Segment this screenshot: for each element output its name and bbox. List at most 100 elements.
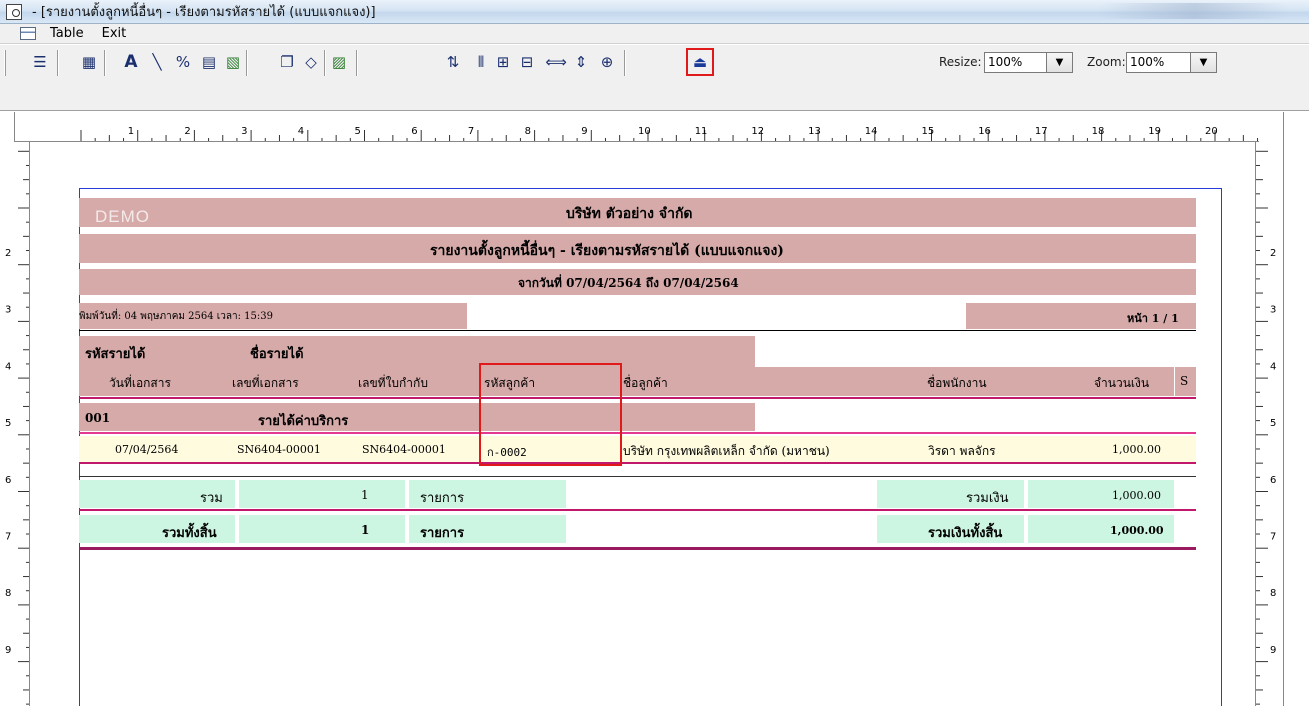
ruler-number: 3	[241, 126, 247, 137]
ruler-number: 2	[184, 126, 190, 137]
ruler-number: 4	[298, 126, 304, 137]
highlight-box	[479, 363, 622, 466]
toolbar-separator	[324, 50, 326, 76]
subtotal-rule	[79, 509, 1196, 511]
date-range: จากวันที่ 07/04/2564 ถึง 07/04/2564	[518, 276, 739, 290]
ruler-number: 5	[1270, 418, 1276, 429]
ruler-ticks: 2 3 4 5 6 7 8 9	[1256, 150, 1276, 705]
ruler-number: 14	[865, 126, 878, 137]
eraser-icon[interactable]: ◇	[300, 51, 322, 73]
row-doc-date: 07/04/2564	[115, 443, 179, 456]
grand-count-cell	[239, 515, 405, 543]
subtotal-sum: 1,000.00	[1112, 489, 1161, 502]
sort-icon[interactable]: ⇅	[442, 51, 464, 73]
window-menu-icon[interactable]	[20, 27, 36, 40]
toolbar-grip[interactable]	[4, 50, 6, 76]
zoom-dropdown-icon[interactable]: ▼	[1190, 52, 1217, 73]
ruler-number: 12	[751, 126, 764, 137]
ruler-number: 8	[5, 588, 11, 599]
ruler-number: 5	[355, 126, 361, 137]
ruler-number: 4	[1270, 361, 1276, 372]
grand-unit: รายการ	[420, 526, 465, 541]
ruler-number: 19	[1148, 126, 1161, 137]
rows-icon[interactable]: ⊟	[516, 51, 538, 73]
header-rule	[79, 330, 1196, 331]
ruler-number: 7	[5, 532, 11, 543]
width-icon[interactable]: ⟺	[545, 51, 567, 73]
ruler-number: 5	[5, 418, 11, 429]
height-icon[interactable]: ⇕	[570, 51, 592, 73]
ruler-number: 8	[525, 126, 531, 137]
ruler-number: 16	[978, 126, 991, 137]
ruler-number: 6	[1270, 475, 1276, 486]
resize-label: Resize:	[939, 55, 982, 69]
horizontal-ruler: 1 2 3 4 5 6 7 8 9 10 11 12 13 14 15 16 17 18 19 20	[15, 112, 1259, 142]
subtotal-sum-label: รวมเงิน	[966, 491, 1009, 506]
menu-table[interactable]: Table	[46, 26, 88, 41]
ruler-number: 2	[5, 248, 11, 259]
ruler-number: 9	[1270, 645, 1276, 656]
detail-rule	[79, 462, 1196, 464]
col-invoice-no: เลขที่ใบกำกับ	[358, 376, 428, 390]
subtotal-label: รวม	[200, 491, 223, 506]
col-customer-name: ชื่อลูกค้า	[623, 376, 668, 390]
image-icon[interactable]: ▧	[222, 51, 244, 73]
ruler-number: 2	[1270, 248, 1276, 259]
group-code: 001	[85, 411, 111, 425]
line-icon[interactable]: ╲	[146, 51, 168, 73]
title-bar: - [รายงานตั้งลูกหนี้อื่นๆ - เรียงตามรหัส…	[0, 0, 1309, 24]
col-income-code: รหัสรายได้	[85, 347, 146, 362]
grid-icon[interactable]: ▤	[198, 51, 220, 73]
group-name: รายได้ค่าบริการ	[258, 414, 349, 429]
col-doc-date: วันที่เอกสาร	[109, 376, 171, 390]
window-title: - [รายงานตั้งลูกหนี้อื่นๆ - เรียงตามรหัส…	[32, 5, 376, 20]
ruler-number: 6	[5, 475, 11, 486]
toolbar-separator	[624, 50, 626, 76]
fit-icon[interactable]: ⊕	[596, 51, 618, 73]
ruler-number: 7	[468, 126, 474, 137]
col-income-name: ชื่อรายได้	[250, 347, 304, 362]
ruler-number: 7	[1270, 532, 1276, 543]
grand-sum: 1,000.00	[1110, 524, 1164, 537]
resize-select[interactable]: 100%	[984, 52, 1047, 73]
column-header-band-top	[79, 336, 755, 367]
columns-icon[interactable]: ⫴	[470, 51, 492, 73]
text-icon[interactable]: A	[120, 51, 142, 73]
zoom-select[interactable]: 100%	[1126, 52, 1191, 73]
ruler-number: 17	[1035, 126, 1048, 137]
group-rule	[79, 432, 1196, 434]
grand-rule	[79, 547, 1196, 550]
ruler-number: 4	[5, 361, 11, 372]
subtotal-count-cell	[239, 480, 405, 508]
merge-icon[interactable]: ⊞	[492, 51, 514, 73]
printed-date: พิมพ์วันที่: 04 พฤษภาคม 2564 เวลา: 15:39	[79, 311, 273, 322]
ruler-number: 9	[5, 645, 11, 656]
exit-icon[interactable]: ⏏	[686, 48, 714, 76]
grand-sum-label: รวมเงินทั้งสิ้น	[928, 526, 1003, 541]
percent-icon[interactable]: %	[172, 51, 194, 73]
resize-dropdown-icon[interactable]: ▼	[1046, 52, 1073, 73]
subtotal-unit: รายการ	[420, 491, 465, 506]
ruler-number: 3	[5, 305, 11, 316]
ruler-number: 8	[1270, 588, 1276, 599]
ruler-ticks: 1 2 3 4 5 6 7 8 9 10 11 12 13 14 15 16 17 18 19 20	[80, 126, 1259, 141]
chart-icon[interactable]: ▨	[328, 51, 350, 73]
toolbar: ☰ ▦ A ╲ % ▤ ▧ ❐ ◇ ▨ ⇅ ⫴ ⊞ ⊟ ⟺ ⇕ ⊕ ⏏ Resi…	[0, 45, 1309, 111]
subtotal-top-rule	[79, 476, 1196, 477]
column-divider	[1174, 367, 1175, 396]
copy-icon[interactable]: ❐	[276, 51, 298, 73]
ruler-number: 9	[581, 126, 587, 137]
menu-exit[interactable]: Exit	[98, 26, 131, 41]
company-name: บริษัท ตัวอย่าง จำกัด	[566, 206, 693, 222]
vertical-ruler-right: 2 3 4 5 6 7 8 9	[1255, 142, 1283, 706]
col-amount: จำนวนเงิน	[1094, 376, 1150, 390]
col-doc-no: เลขที่เอกสาร	[232, 376, 299, 390]
ruler-number: 13	[808, 126, 821, 137]
row-amount: 1,000.00	[1112, 443, 1161, 456]
page-number: หน้า 1 / 1	[1127, 312, 1179, 325]
align-icon[interactable]: ☰	[29, 51, 51, 73]
title-decoration	[1099, 3, 1289, 19]
ruler-number: 10	[638, 126, 651, 137]
table-icon[interactable]: ▦	[78, 51, 100, 73]
ruler-number: 6	[411, 126, 417, 137]
